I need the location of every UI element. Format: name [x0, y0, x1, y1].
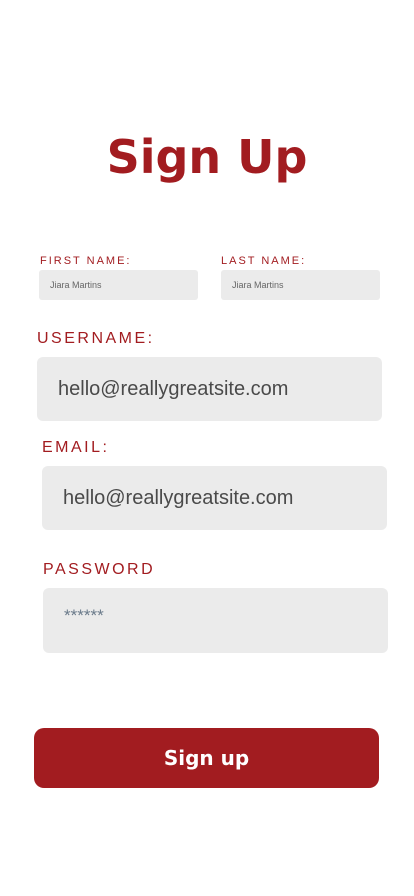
- email-label: EMAIL:: [42, 439, 110, 456]
- page-title: Sign Up: [106, 130, 308, 184]
- email-field[interactable]: hello@reallygreatsite.com: [42, 466, 387, 530]
- password-field[interactable]: ******: [43, 588, 388, 653]
- first-name-field[interactable]: Jiara Martins: [39, 270, 198, 300]
- username-field[interactable]: hello@reallygreatsite.com: [37, 357, 382, 421]
- sign-up-button[interactable]: Sign up: [34, 728, 379, 788]
- last-name-field[interactable]: Jiara Martins: [221, 270, 380, 300]
- first-name-label: FIRST NAME:: [40, 255, 132, 267]
- username-label: USERNAME:: [37, 330, 155, 347]
- password-label: PASSWORD: [43, 561, 156, 578]
- last-name-label: LAST NAME:: [221, 255, 307, 267]
